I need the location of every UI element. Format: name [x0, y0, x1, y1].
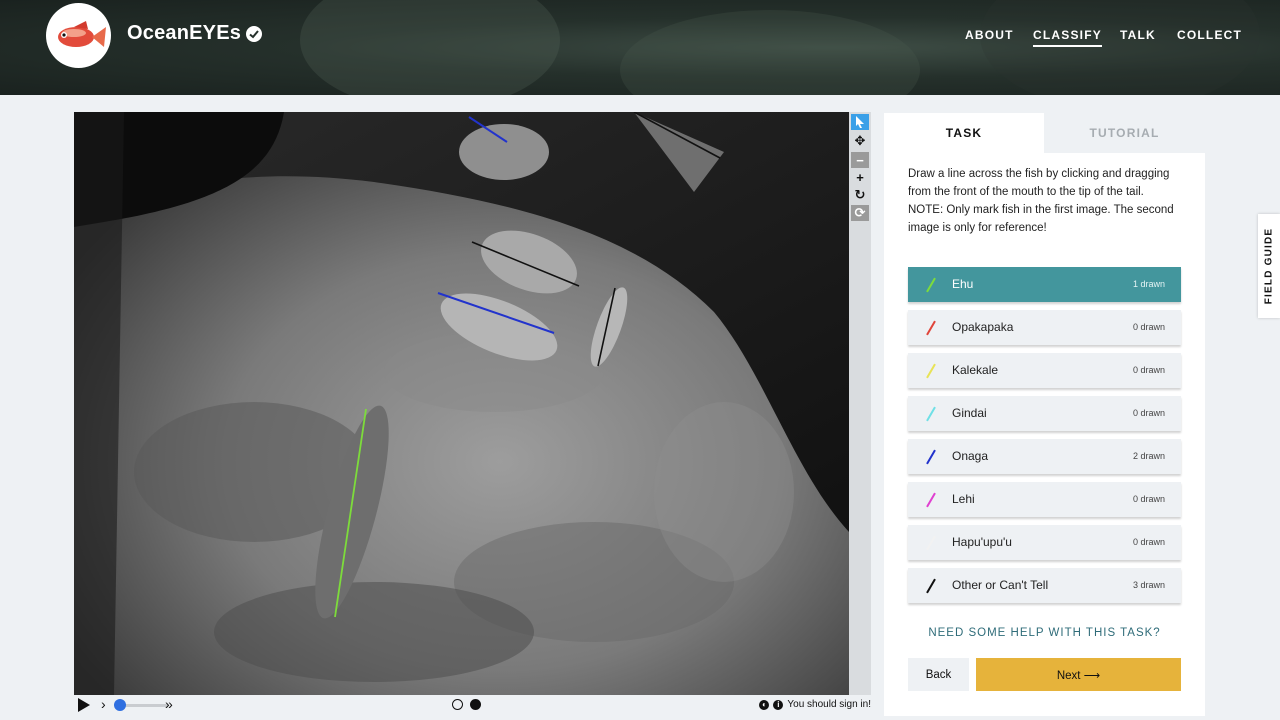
choice-label: Other or Can't Tell [952, 578, 1049, 592]
task-instructions: Draw a line across the fish by clicking … [908, 165, 1190, 237]
task-tabs: TASK TUTORIAL [884, 113, 1205, 153]
slider-thumb[interactable] [114, 699, 126, 711]
line-tool-icon [926, 578, 936, 594]
tab-task[interactable]: TASK [884, 113, 1044, 153]
reset-icon[interactable]: ⟳ [851, 205, 869, 221]
help-link[interactable]: NEED SOME HELP WITH THIS TASK? [884, 627, 1205, 639]
choice-other-or-can-t-tell[interactable]: Other or Can't Tell 3 drawn [908, 568, 1181, 603]
site-logo[interactable] [46, 3, 111, 68]
line-tool-icon [926, 449, 936, 465]
rotate-icon[interactable]: ↻ [851, 187, 869, 203]
nav-classify[interactable]: CLASSIFY [1033, 28, 1102, 47]
instruction-note: NOTE: Only mark fish in the first image.… [908, 204, 1174, 234]
choice-label: Ehu [952, 277, 974, 291]
play-icon[interactable] [78, 698, 90, 712]
choice-opakapaka[interactable]: Opakapaka 0 drawn [908, 310, 1181, 345]
line-tool-icon [926, 363, 936, 379]
choice-count: 1 drawn [1132, 279, 1165, 289]
brand-name[interactable]: OceanEYEs [127, 22, 241, 45]
instruction-line: Draw a line across the fish by clicking … [908, 168, 1170, 198]
choice-count: 2 drawn [1132, 451, 1165, 461]
info-icon[interactable]: i [773, 699, 784, 710]
verified-icon [246, 26, 262, 42]
invert-icon[interactable]: ◐ [759, 699, 770, 710]
choice-kalekale[interactable]: Kalekale 0 drawn [908, 353, 1181, 388]
choice-hapu-upu-u[interactable]: Hapu'upu'u 0 drawn [908, 525, 1181, 560]
viewer-controls: › » ◐ i You should sign in! [74, 695, 871, 717]
choice-label: Lehi [952, 492, 975, 506]
choice-count: 0 drawn [1132, 537, 1165, 547]
line-tool-icon [926, 406, 936, 422]
move-icon[interactable]: ✥ [851, 133, 869, 149]
choice-gindai[interactable]: Gindai 0 drawn [908, 396, 1181, 431]
choice-label: Opakapaka [952, 320, 1014, 334]
field-guide-label: FIELD GUIDE [1263, 227, 1275, 305]
sign-in-notice: ◐ i You should sign in! [759, 699, 871, 710]
fast-forward-icon[interactable]: » [165, 696, 173, 712]
back-button[interactable]: Back [908, 658, 969, 691]
step-forward-icon[interactable]: › [101, 696, 106, 712]
line-tool-icon [926, 277, 936, 293]
field-guide-tab[interactable]: FIELD GUIDE [1258, 214, 1280, 318]
choice-label: Gindai [952, 406, 987, 420]
choice-count: 3 drawn [1132, 580, 1165, 590]
line-tool-icon [926, 320, 936, 336]
zoom-out-icon[interactable]: − [851, 152, 869, 168]
choice-count: 0 drawn [1132, 365, 1165, 375]
choice-count: 0 drawn [1132, 494, 1165, 504]
playback-slider[interactable] [120, 704, 168, 707]
choice-onaga[interactable]: Onaga 2 drawn [908, 439, 1181, 474]
subject-image-viewer[interactable] [74, 112, 849, 695]
line-tool-icon [926, 492, 936, 508]
nav-collect[interactable]: COLLECT [1177, 28, 1242, 42]
next-button[interactable]: Next ⟶ [976, 658, 1181, 691]
choice-label: Hapu'upu'u [952, 535, 1012, 549]
fish-logo-icon [58, 21, 106, 47]
site-header: OceanEYEs ABOUT CLASSIFY TALK COLLECT [0, 0, 1280, 95]
choice-ehu[interactable]: Ehu 1 drawn [908, 267, 1181, 302]
nav-about[interactable]: ABOUT [965, 28, 1014, 42]
frame-dot-1[interactable] [452, 699, 463, 710]
viewer-toolbar: ✥ − + ↻ ⟳ [849, 112, 871, 695]
tab-tutorial[interactable]: TUTORIAL [1044, 113, 1205, 153]
choice-label: Kalekale [952, 363, 999, 377]
subject-image[interactable] [74, 112, 849, 695]
frame-dot-2[interactable] [470, 699, 481, 710]
choice-label: Onaga [952, 449, 989, 463]
sign-in-text[interactable]: You should sign in! [787, 699, 871, 710]
choice-count: 0 drawn [1132, 408, 1165, 418]
zoom-in-icon[interactable]: + [851, 169, 869, 185]
choice-lehi[interactable]: Lehi 0 drawn [908, 482, 1181, 517]
nav-talk[interactable]: TALK [1120, 28, 1156, 42]
pointer-icon[interactable] [851, 114, 869, 130]
line-tool-icon [926, 535, 936, 551]
task-panel: TASK TUTORIAL Draw a line across the fis… [884, 113, 1205, 716]
choice-count: 0 drawn [1132, 322, 1165, 332]
